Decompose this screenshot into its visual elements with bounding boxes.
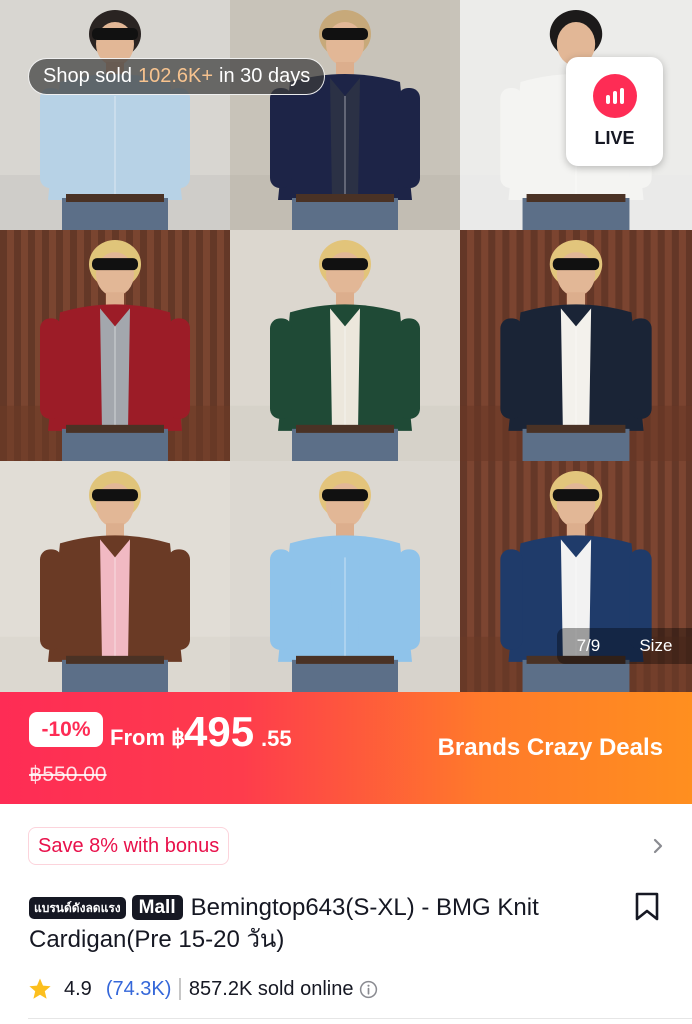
star-icon [29,978,51,999]
sold-count: 857.2K sold online [188,977,354,1000]
image-counter[interactable]: 7/9 Size [557,628,692,664]
original-price: ฿550.00 [29,763,107,786]
product-photo[interactable] [230,230,460,461]
live-label: LIVE [594,128,635,148]
deal-label: Brands Crazy Deals [437,734,663,761]
price-decimal: .55 [261,726,292,751]
divider [179,978,181,1000]
shop-sold-suffix: in 30 days [219,65,311,87]
divider [28,1018,692,1019]
info-icon[interactable] [359,980,378,999]
shop-sold-badge: Shop sold 102.6K+ in 30 days [28,58,326,95]
product-title-block: แบรนด์ดังลดแรง Mall Bemingtop643(S-XL) - B… [29,892,589,956]
product-photo[interactable] [230,461,460,692]
bonus-chip[interactable]: Save 8% with bonus [28,827,230,865]
chevron-right-icon[interactable] [648,834,668,858]
from-word: From [110,725,165,750]
rating-score: 4.9 [64,977,92,1000]
shop-sold-value: 102.6K+ [137,65,214,87]
product-photo[interactable] [0,0,230,230]
product-photo[interactable] [230,0,460,230]
discount-badge: -10% [29,712,103,747]
brand-badge: แบรนด์ดังลดแรง [29,897,126,919]
shop-sold-prefix: Shop sold [43,65,132,87]
price-from-label: From ฿ [110,725,185,751]
size-link[interactable]: Size [639,636,672,656]
bonus-row[interactable]: Save 8% with bonus [0,816,692,876]
bookmark-icon[interactable] [634,892,660,922]
image-index: 7/9 [576,636,601,655]
product-photo[interactable] [460,230,692,461]
price-amount: 495 [184,708,255,755]
product-photo[interactable] [0,461,230,692]
review-count-link[interactable]: (74.3K) [106,978,172,1001]
live-button[interactable]: LIVE [566,57,663,166]
product-photo[interactable] [0,230,230,461]
mall-badge: Mall [131,895,183,920]
live-icon [592,74,637,118]
rating-row: 4.9 (74.3K) 857.2K sold online [28,974,378,1004]
